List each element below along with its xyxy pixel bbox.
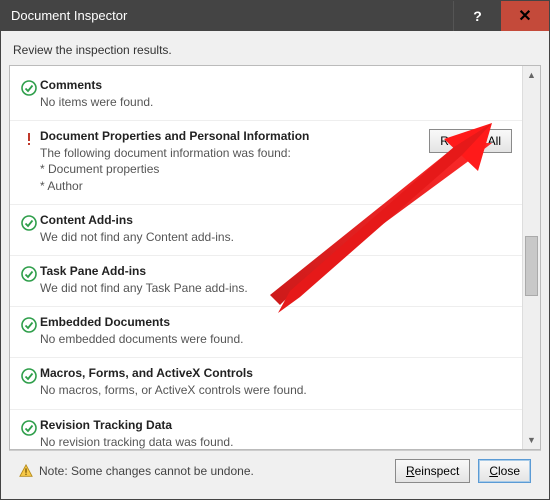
scroll-thumb[interactable] — [525, 236, 538, 296]
dialog-body: Review the inspection results. Comments N… — [1, 31, 549, 499]
checkmark-icon — [21, 317, 37, 333]
status-icon — [18, 264, 40, 282]
scroll-up-arrow[interactable]: ▲ — [523, 66, 540, 84]
result-heading: Revision Tracking Data — [40, 418, 512, 432]
status-icon — [18, 418, 40, 436]
result-description: No macros, forms, or ActiveX controls we… — [40, 382, 512, 398]
status-icon — [18, 213, 40, 231]
result-description: We did not find any Task Pane add-ins. — [40, 280, 512, 296]
footer-note-text: Note: Some changes cannot be undone. — [39, 464, 254, 478]
result-content: Embedded Documents No embedded documents … — [40, 315, 512, 347]
dialog-title: Document Inspector — [1, 1, 453, 31]
result-item: Embedded Documents No embedded documents … — [10, 307, 522, 358]
scroll-down-arrow[interactable]: ▼ — [523, 431, 540, 449]
result-heading: Embedded Documents — [40, 315, 512, 329]
result-heading: Macros, Forms, and ActiveX Controls — [40, 366, 512, 380]
close-button[interactable]: Close — [478, 459, 531, 483]
result-heading: Comments — [40, 78, 512, 92]
results-list: Comments No items were found. Document Pro… — [10, 66, 522, 449]
scrollbar[interactable]: ▲ ▼ — [522, 66, 540, 449]
result-description: The following document information was f… — [40, 145, 421, 194]
result-item: Macros, Forms, and ActiveX Controls No ma… — [10, 358, 522, 409]
result-item: Document Properties and Personal Informa… — [10, 121, 522, 205]
status-icon — [18, 78, 40, 96]
footer-note: Note: Some changes cannot be undone. — [19, 464, 395, 478]
result-item: Revision Tracking Data No revision tracki… — [10, 410, 522, 450]
reinspect-button[interactable]: Reinspect — [395, 459, 470, 483]
warning-icon — [19, 464, 33, 478]
result-description: No revision tracking data was found. — [40, 434, 512, 450]
help-button[interactable]: ? — [453, 1, 501, 31]
result-content: Revision Tracking Data No revision tracki… — [40, 418, 512, 450]
result-content: Document Properties and Personal Informa… — [40, 129, 421, 194]
remove-all-button[interactable]: Remove All — [429, 129, 512, 153]
close-window-button[interactable]: ✕ — [501, 1, 549, 31]
checkmark-icon — [21, 215, 37, 231]
result-item: Content Add-ins We did not find any Conte… — [10, 205, 522, 256]
result-item: Comments No items were found. — [10, 70, 522, 121]
result-description: No embedded documents were found. — [40, 331, 512, 347]
result-description: We did not find any Content add-ins. — [40, 229, 512, 245]
footer-buttons: Reinspect Close — [395, 459, 531, 483]
status-icon — [18, 315, 40, 333]
result-content: Macros, Forms, and ActiveX Controls No ma… — [40, 366, 512, 398]
checkmark-icon — [21, 80, 37, 96]
titlebar: Document Inspector ? ✕ — [1, 1, 549, 31]
result-item: Task Pane Add-ins We did not find any Tas… — [10, 256, 522, 307]
dialog-footer: Note: Some changes cannot be undone. Rei… — [9, 450, 541, 491]
result-heading: Document Properties and Personal Informa… — [40, 129, 421, 143]
document-inspector-dialog: Document Inspector ? ✕ Review the inspec… — [0, 0, 550, 500]
result-heading: Content Add-ins — [40, 213, 512, 227]
instruction-text: Review the inspection results. — [9, 39, 541, 65]
checkmark-icon — [21, 368, 37, 384]
result-content: Comments No items were found. — [40, 78, 512, 110]
result-content: Task Pane Add-ins We did not find any Tas… — [40, 264, 512, 296]
alert-icon — [21, 131, 37, 147]
result-content: Content Add-ins We did not find any Conte… — [40, 213, 512, 245]
result-description: No items were found. — [40, 94, 512, 110]
result-action: Remove All — [421, 129, 512, 153]
checkmark-icon — [21, 420, 37, 436]
status-icon — [18, 129, 40, 147]
checkmark-icon — [21, 266, 37, 282]
results-panel: Comments No items were found. Document Pro… — [9, 65, 541, 450]
status-icon — [18, 366, 40, 384]
result-heading: Task Pane Add-ins — [40, 264, 512, 278]
